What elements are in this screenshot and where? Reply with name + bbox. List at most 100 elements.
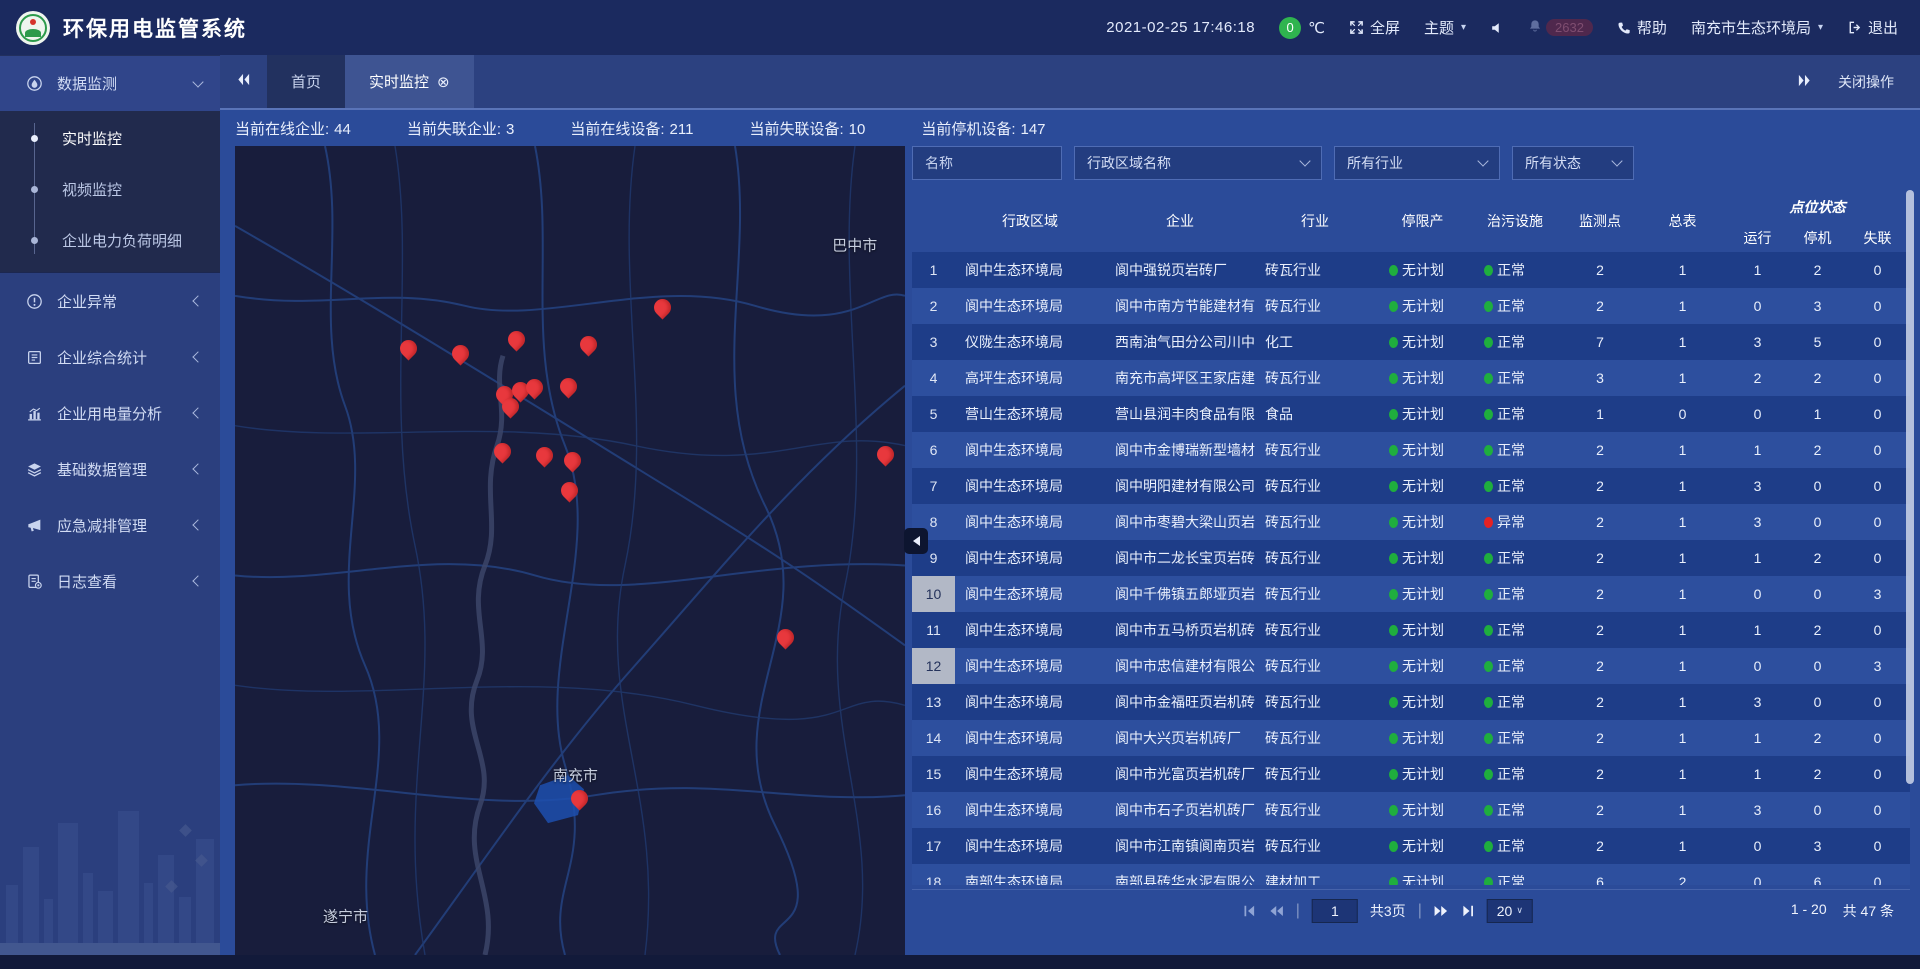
- drop-monitor-icon: [26, 75, 43, 92]
- table-row[interactable]: 13阆中生态环境局阆中市金福旺页岩机砖砖瓦行业无计划正常21300: [912, 684, 1910, 720]
- cell-total-meter: 0: [1640, 396, 1725, 432]
- fullscreen-button[interactable]: 全屏: [1349, 17, 1400, 38]
- status-dot: [1389, 769, 1398, 780]
- status-dot: [1389, 841, 1398, 852]
- table-row[interactable]: 2阆中生态环境局阆中市南方节能建材有砖瓦行业无计划正常21030: [912, 288, 1910, 324]
- alert-circle-icon: [26, 293, 43, 310]
- cell-lost-count: 0: [1845, 828, 1910, 864]
- cell-stop-status: 无计划: [1375, 504, 1470, 540]
- status-filter-select[interactable]: 所有状态: [1512, 146, 1634, 180]
- sidebar-item-video-monitoring[interactable]: 视频监控: [0, 164, 220, 215]
- cell-region: 高坪生态环境局: [955, 360, 1105, 396]
- last-page-button[interactable]: [1461, 904, 1475, 918]
- table-row[interactable]: 18南部生态环境局南部县砖华水泥有限公建材加工无计划正常62060: [912, 864, 1910, 885]
- map-collapse-button[interactable]: [904, 528, 928, 554]
- cell-halt-count: 5: [1790, 324, 1845, 360]
- cell-halt-count: 2: [1790, 360, 1845, 396]
- cell-total-meter: 1: [1640, 720, 1725, 756]
- cell-treatment-status: 正常: [1470, 792, 1560, 828]
- table-row[interactable]: 15阆中生态环境局阆中市光富页岩机砖厂砖瓦行业无计划正常21120: [912, 756, 1910, 792]
- table-row[interactable]: 14阆中生态环境局阆中大兴页岩机砖厂砖瓦行业无计划正常21120: [912, 720, 1910, 756]
- table-row[interactable]: 11阆中生态环境局阆中市五马桥页岩机砖砖瓦行业无计划正常21120: [912, 612, 1910, 648]
- status-dot: [1389, 409, 1398, 420]
- cell-region: 阆中生态环境局: [955, 756, 1105, 792]
- sidebar-item-enterprise-abnormal[interactable]: 企业异常: [0, 273, 220, 329]
- cell-run-count: 0: [1725, 396, 1790, 432]
- region-filter-select[interactable]: 行政区域名称: [1074, 146, 1322, 180]
- cell-region: 阆中生态环境局: [955, 432, 1105, 468]
- cell-industry: 化工: [1255, 324, 1375, 360]
- logout-button[interactable]: 退出: [1847, 17, 1898, 38]
- sidebar-item-power-load-detail[interactable]: 企业电力负荷明细: [0, 215, 220, 266]
- help-button[interactable]: 帮助: [1617, 17, 1667, 38]
- cell-company: 阆中明阳建材有限公司: [1105, 468, 1255, 504]
- name-filter-input[interactable]: [912, 146, 1062, 180]
- log-document-icon: [26, 573, 43, 590]
- sidebar-submenu: 实时监控 视频监控 企业电力负荷明细: [0, 111, 220, 273]
- cell-monitor-count: 7: [1560, 324, 1640, 360]
- stat-online-enterprises: 当前在线企业:44: [235, 118, 351, 139]
- page-input[interactable]: 1: [1312, 899, 1358, 923]
- tab-close-icon[interactable]: ⊗: [437, 73, 450, 91]
- cell-stop-status: 无计划: [1375, 864, 1470, 885]
- next-page-button[interactable]: [1434, 904, 1449, 918]
- table-row[interactable]: 10阆中生态环境局阆中千佛镇五郎垭页岩砖瓦行业无计划正常21003: [912, 576, 1910, 612]
- industry-filter-select[interactable]: 所有行业: [1334, 146, 1500, 180]
- sidebar-item-emergency-reduction[interactable]: 应急减排管理: [0, 497, 220, 553]
- sidebar-footer-band: [0, 943, 220, 955]
- theme-button[interactable]: 主题▾: [1424, 17, 1466, 38]
- cell-run-count: 1: [1725, 720, 1790, 756]
- tabs-scroll-right-button[interactable]: [1797, 73, 1812, 91]
- map-city-label: 遂宁市: [323, 906, 368, 927]
- cell-lost-count: 0: [1845, 504, 1910, 540]
- row-index: 18: [912, 864, 955, 885]
- cell-total-meter: 1: [1640, 828, 1725, 864]
- table-row[interactable]: 3仪陇生态环境局西南油气田分公司川中化工无计划正常71350: [912, 324, 1910, 360]
- table-row[interactable]: 8阆中生态环境局阆中市枣碧大梁山页岩砖瓦行业无计划异常21300: [912, 504, 1910, 540]
- first-page-button[interactable]: [1243, 904, 1257, 918]
- cell-industry: 砖瓦行业: [1255, 648, 1375, 684]
- cell-total-meter: 1: [1640, 360, 1725, 396]
- scrollbar-thumb[interactable]: [1906, 190, 1914, 784]
- cell-monitor-count: 2: [1560, 540, 1640, 576]
- sidebar-item-power-usage-analysis[interactable]: 企业用电量分析: [0, 385, 220, 441]
- previous-page-button[interactable]: [1269, 904, 1284, 918]
- tab-realtime-monitoring[interactable]: 实时监控 ⊗: [345, 55, 474, 108]
- cell-region: 阆中生态环境局: [955, 468, 1105, 504]
- sidebar-item-realtime-monitoring[interactable]: 实时监控: [0, 113, 220, 164]
- notifications-button[interactable]: 2632: [1528, 19, 1593, 37]
- total-pages-label: 共3页: [1370, 901, 1406, 921]
- close-operations-button[interactable]: 关闭操作: [1838, 72, 1894, 92]
- map-canvas[interactable]: 巴中市南充市遂宁市: [235, 146, 905, 955]
- cell-monitor-count: 2: [1560, 828, 1640, 864]
- cell-region: 阆中生态环境局: [955, 792, 1105, 828]
- cell-industry: 砖瓦行业: [1255, 792, 1375, 828]
- page-size-select[interactable]: 20∨: [1487, 899, 1533, 923]
- table-row[interactable]: 7阆中生态环境局阆中明阳建材有限公司砖瓦行业无计划正常21300: [912, 468, 1910, 504]
- sidebar-item-log-view[interactable]: 日志查看: [0, 553, 220, 609]
- chevron-down-icon: ▾: [1818, 22, 1823, 33]
- user-menu[interactable]: 南充市生态环境局▾: [1691, 17, 1823, 38]
- filter-bar: 行政区域名称 所有行业 所有状态: [912, 146, 1910, 180]
- chevron-left-icon: [192, 351, 203, 362]
- chevron-left-icon: [192, 463, 203, 474]
- table-row[interactable]: 9阆中生态环境局阆中市二龙长宝页岩砖砖瓦行业无计划正常21120: [912, 540, 1910, 576]
- table-row[interactable]: 6阆中生态环境局阆中市金博瑞新型墙材砖瓦行业无计划正常21120: [912, 432, 1910, 468]
- tab-home[interactable]: 首页: [267, 55, 345, 108]
- volume-button[interactable]: [1490, 21, 1504, 35]
- table-row[interactable]: 16阆中生态环境局阆中市石子页岩机砖厂砖瓦行业无计划正常21300: [912, 792, 1910, 828]
- chevron-down-icon: ▾: [1461, 22, 1466, 33]
- table-row[interactable]: 1阆中生态环境局阆中强锐页岩砖厂砖瓦行业无计划正常21120: [912, 252, 1910, 288]
- table-row[interactable]: 12阆中生态环境局阆中市忠信建材有限公砖瓦行业无计划正常21003: [912, 648, 1910, 684]
- cell-monitor-count: 2: [1560, 720, 1640, 756]
- cell-stop-status: 无计划: [1375, 720, 1470, 756]
- table-row[interactable]: 5营山生态环境局营山县润丰肉食品有限食品无计划正常10010: [912, 396, 1910, 432]
- table-row[interactable]: 17阆中生态环境局阆中市江南镇阆南页岩砖瓦行业无计划正常21030: [912, 828, 1910, 864]
- sidebar-item-data-monitoring[interactable]: 数据监测: [0, 55, 220, 111]
- table-row[interactable]: 4高坪生态环境局南充市高坪区王家店建砖瓦行业无计划正常31220: [912, 360, 1910, 396]
- sidebar-item-basic-data-management[interactable]: 基础数据管理: [0, 441, 220, 497]
- cell-region: 阆中生态环境局: [955, 288, 1105, 324]
- tabs-scroll-left-button[interactable]: [220, 55, 267, 108]
- sidebar-item-enterprise-statistics[interactable]: 企业综合统计: [0, 329, 220, 385]
- cell-company: 阆中强锐页岩砖厂: [1105, 252, 1255, 288]
